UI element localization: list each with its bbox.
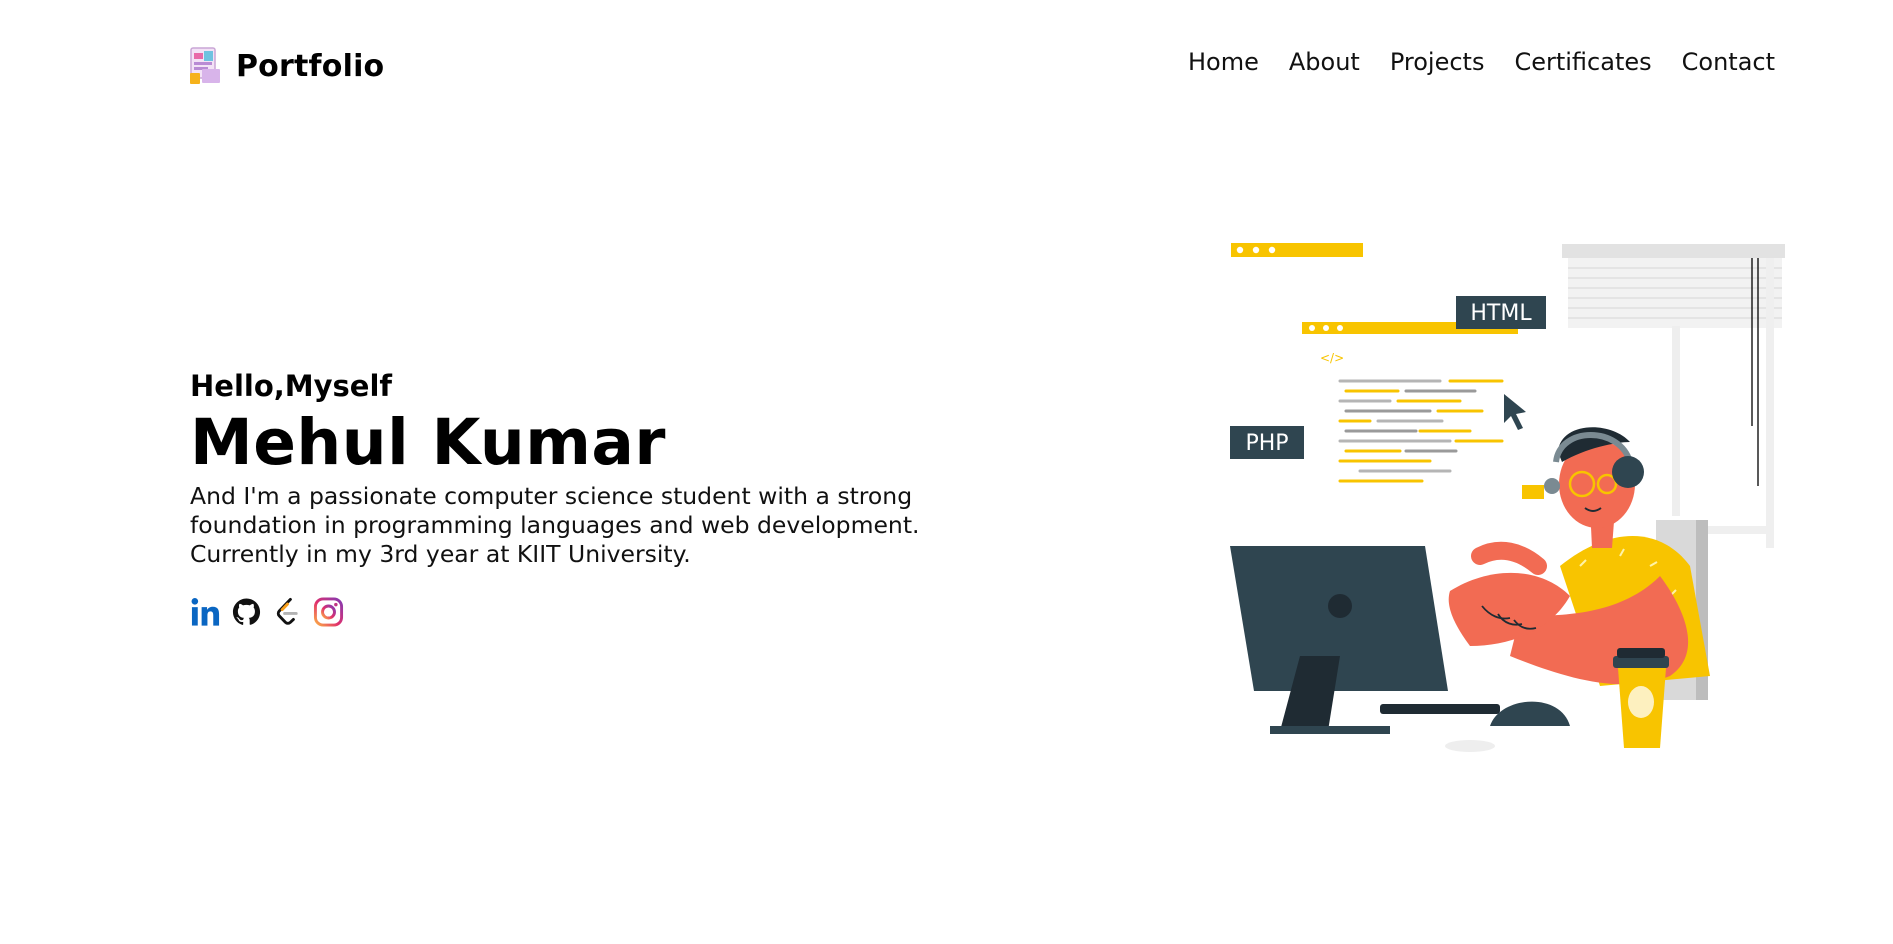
hero-greeting: Hello,Myself	[190, 369, 393, 403]
brand-name: Portfolio	[236, 48, 385, 84]
php-tag: PHP	[1230, 426, 1304, 459]
hero-text: Hello,Myself Mehul Kumar And I'm a passi…	[190, 366, 950, 628]
code-tag: </>	[1320, 351, 1344, 365]
nav-certificates[interactable]: Certificates	[1514, 48, 1651, 76]
site-header: Portfolio Home About Projects Certificat…	[190, 44, 1775, 88]
social-links	[190, 596, 950, 628]
nav-about[interactable]: About	[1289, 48, 1360, 76]
portfolio-logo-icon	[190, 47, 222, 85]
cursor-icon	[1504, 394, 1526, 430]
nav-contact[interactable]: Contact	[1682, 48, 1775, 76]
hero-description-line: foundation in programming languages and …	[190, 511, 920, 539]
nav-projects[interactable]: Projects	[1390, 48, 1485, 76]
hero-name: Mehul Kumar	[190, 406, 666, 479]
brand[interactable]: Portfolio	[190, 47, 384, 85]
hero-description-line: Currently in my 3rd year at KIIT Univers…	[190, 540, 691, 568]
linkedin-icon[interactable]	[190, 596, 221, 628]
developer-illustration: </> HTML PHP	[1220, 236, 1785, 756]
nav-home[interactable]: Home	[1188, 48, 1259, 76]
leetcode-icon[interactable]	[272, 596, 303, 628]
github-icon[interactable]	[231, 596, 262, 628]
html-tag: HTML	[1456, 296, 1546, 329]
hero-description-line: And I'm a passionate computer science st…	[190, 482, 913, 510]
hero-description: And I'm a passionate computer science st…	[190, 482, 950, 569]
svg-text:HTML: HTML	[1470, 301, 1532, 326]
main-nav: Home About Projects Certificates Contact	[1188, 48, 1775, 76]
portfolio-page: Portfolio Home About Projects Certificat…	[0, 0, 1893, 944]
coffee-cup-icon	[1613, 648, 1669, 748]
svg-text:PHP: PHP	[1245, 431, 1288, 456]
instagram-icon[interactable]	[313, 596, 344, 628]
